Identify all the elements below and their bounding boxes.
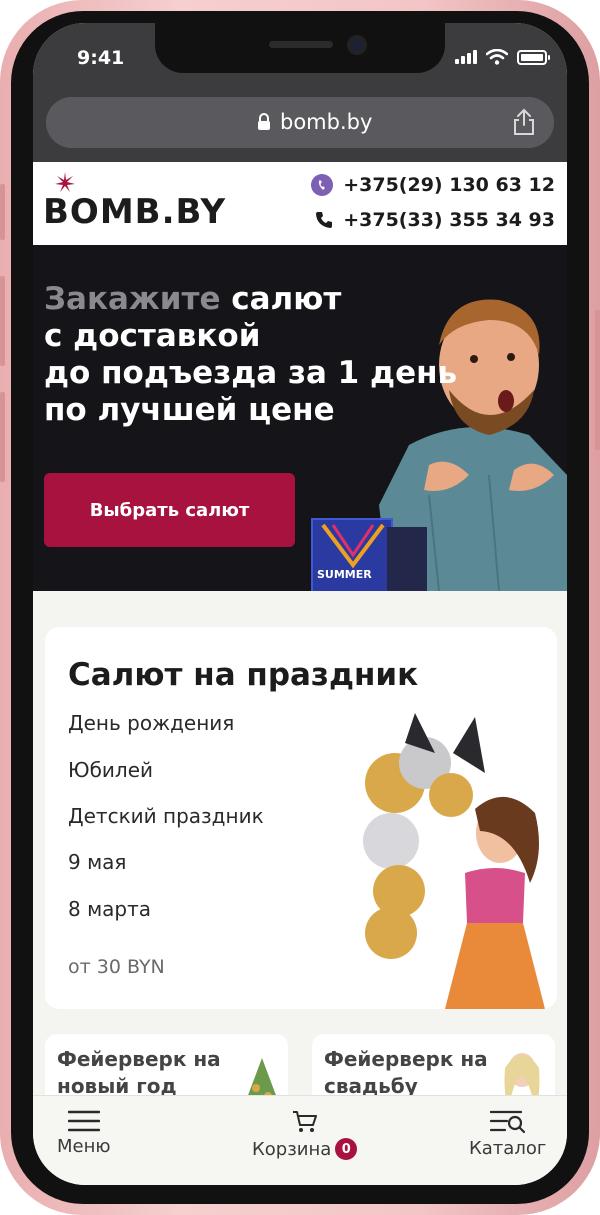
nav-menu-label: Меню (57, 1136, 111, 1157)
wifi-icon (486, 49, 508, 65)
hero-title-muted: Закажите (44, 281, 221, 317)
site-logo[interactable]: BOMB.BY (43, 192, 226, 232)
phone-frame: 9:41 bomb.by BOMB.BY +375(29) 130 63 12 … (0, 0, 600, 1215)
holiday-link[interactable]: 9 мая (68, 850, 126, 874)
site-header: BOMB.BY +375(29) 130 63 12 +375(33) 355 … (33, 162, 567, 245)
viber-icon (311, 174, 334, 196)
cart-icon (292, 1111, 317, 1132)
browser-chrome: 9:41 bomb.by (33, 23, 567, 162)
bottom-nav: Меню Корзина 0 Каталог (33, 1095, 567, 1185)
notch (155, 23, 445, 73)
firework-product-image (387, 527, 427, 591)
card-price: от 30 BYN (68, 956, 165, 978)
balloons-woman-image (363, 713, 545, 1009)
hero-title: Закажите салют с доставкой до подъезда з… (44, 281, 457, 429)
tile-title: Фейерверк на свадьбу (324, 1047, 488, 1098)
phone-number: +375(33) 355 34 93 (343, 209, 555, 231)
tile-title: Фейерверк на новый год (57, 1047, 221, 1098)
holiday-link[interactable]: Юбилей (68, 758, 153, 782)
card-title: Салют на праздник (68, 657, 419, 693)
status-time: 9:41 (77, 47, 125, 69)
side-button (0, 392, 5, 482)
holiday-link[interactable]: День рождения (68, 711, 234, 735)
side-button (0, 184, 5, 240)
phone-call[interactable]: +375(33) 355 34 93 (315, 209, 555, 231)
camera (347, 35, 367, 55)
hero-title-line: с доставкой (44, 318, 261, 354)
url-text: bomb.by (280, 110, 373, 134)
nav-cart-label: Корзина (252, 1138, 332, 1160)
url-bar[interactable]: bomb.by (46, 97, 554, 148)
hero-title-line: до подъезда за 1 день (44, 355, 458, 391)
catalog-search-icon (489, 1110, 525, 1134)
nav-cart[interactable]: Корзина 0 (252, 1110, 358, 1160)
status-icons (455, 49, 550, 65)
phone-number: +375(29) 130 63 12 (343, 174, 555, 196)
signal-icon (455, 50, 477, 64)
nav-menu[interactable]: Меню (57, 1110, 111, 1157)
hero-title-line: салют (231, 281, 342, 317)
holiday-card[interactable]: Салют на праздник День рождения Юбилей Д… (45, 627, 557, 1009)
choose-firework-button[interactable]: Выбрать салют (44, 473, 295, 547)
nav-catalog[interactable]: Каталог (469, 1110, 546, 1159)
share-icon[interactable] (512, 108, 536, 136)
screen: 9:41 bomb.by BOMB.BY +375(29) 130 63 12 … (33, 23, 567, 1185)
product-label: SUMMER (317, 568, 372, 581)
cart-count-badge: 0 (335, 1138, 358, 1160)
battery-icon (517, 49, 550, 65)
side-button (0, 276, 5, 366)
nav-catalog-label: Каталог (469, 1138, 547, 1159)
phone-viber[interactable]: +375(29) 130 63 12 (311, 174, 555, 196)
speaker (269, 41, 333, 48)
side-button (595, 310, 600, 450)
hero-title-line: по лучшей цене (44, 392, 335, 428)
lock-icon (258, 113, 270, 130)
logo-spark-icon (55, 172, 75, 192)
phone-icon (316, 212, 333, 228)
menu-icon (67, 1110, 100, 1132)
nav-cart-wrap: Корзина 0 (252, 1138, 358, 1160)
holiday-link[interactable]: Детский праздник (68, 804, 264, 828)
holiday-link[interactable]: 8 марта (68, 897, 151, 921)
hero-banner: Закажите салют с доставкой до подъезда з… (33, 245, 567, 591)
